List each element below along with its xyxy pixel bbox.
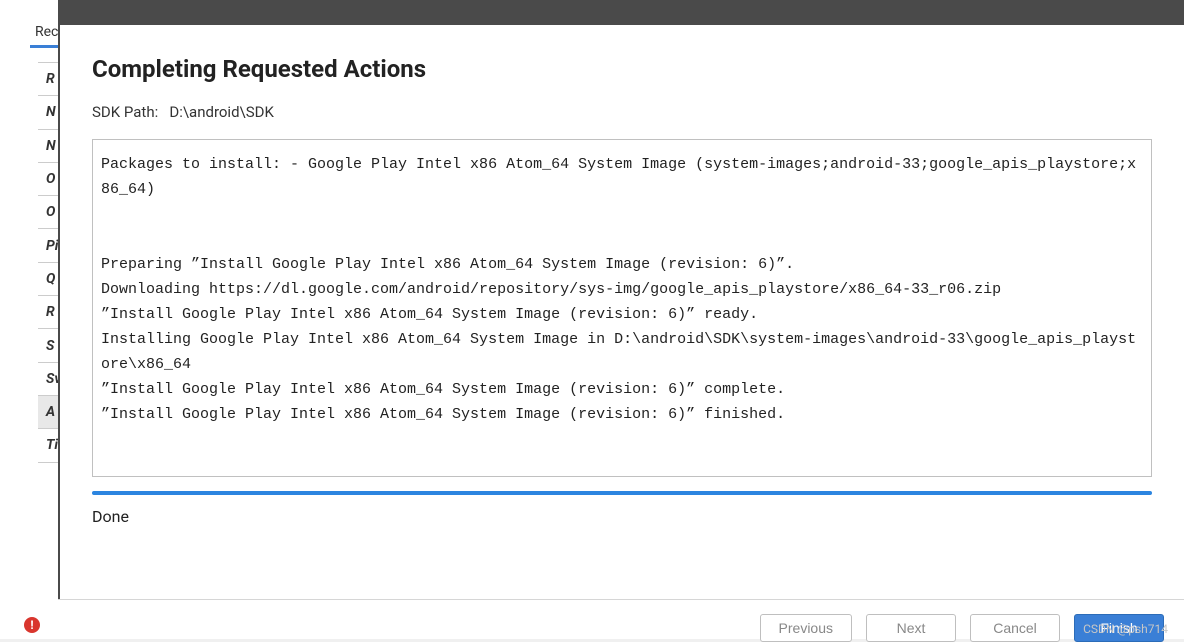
modal-titlebar[interactable] — [60, 0, 1184, 25]
table-row[interactable]: Sv — [38, 363, 60, 396]
table-row[interactable]: O — [38, 163, 60, 196]
sdk-path-label: SDK Path: — [92, 103, 158, 121]
modal-content: Completing Requested Actions SDK Path: D… — [60, 25, 1184, 599]
button-row: Previous Next Cancel Finish — [58, 599, 1184, 639]
sdk-installer-modal: Completing Requested Actions SDK Path: D… — [58, 0, 1184, 639]
previous-button: Previous — [760, 614, 852, 642]
watermark: CSDN @psh714 — [1083, 622, 1168, 636]
tab-underline — [30, 45, 60, 48]
progress-bar — [92, 491, 1152, 495]
sdk-path-value: D:\android\SDK — [169, 103, 273, 121]
table-row[interactable]: R — [38, 63, 60, 96]
table-row[interactable]: S — [38, 329, 60, 362]
table-row[interactable]: R — [38, 296, 60, 329]
cancel-button: Cancel — [970, 614, 1060, 642]
install-log[interactable]: Packages to install: - Google Play Intel… — [92, 139, 1152, 477]
modal-heading: Completing Requested Actions — [92, 55, 1152, 83]
sdk-path-row: SDK Path: D:\android\SDK — [92, 103, 1152, 121]
table-row[interactable]: Ti — [38, 429, 60, 462]
next-button: Next — [866, 614, 956, 642]
background-tab[interactable]: Rec — [35, 24, 58, 40]
background-window: Rec R N N O O Pi Q R S Sv A Ti ! — [0, 0, 60, 639]
table-row[interactable]: N — [38, 96, 60, 129]
background-table: R N N O O Pi Q R S Sv A Ti — [38, 62, 60, 463]
table-row[interactable]: Pi — [38, 229, 60, 262]
table-row[interactable]: A — [38, 396, 60, 429]
status-text: Done — [92, 507, 1152, 526]
table-row[interactable]: N — [38, 130, 60, 163]
table-row[interactable]: Q — [38, 263, 60, 296]
error-icon[interactable]: ! — [24, 617, 40, 633]
table-row[interactable]: O — [38, 196, 60, 229]
